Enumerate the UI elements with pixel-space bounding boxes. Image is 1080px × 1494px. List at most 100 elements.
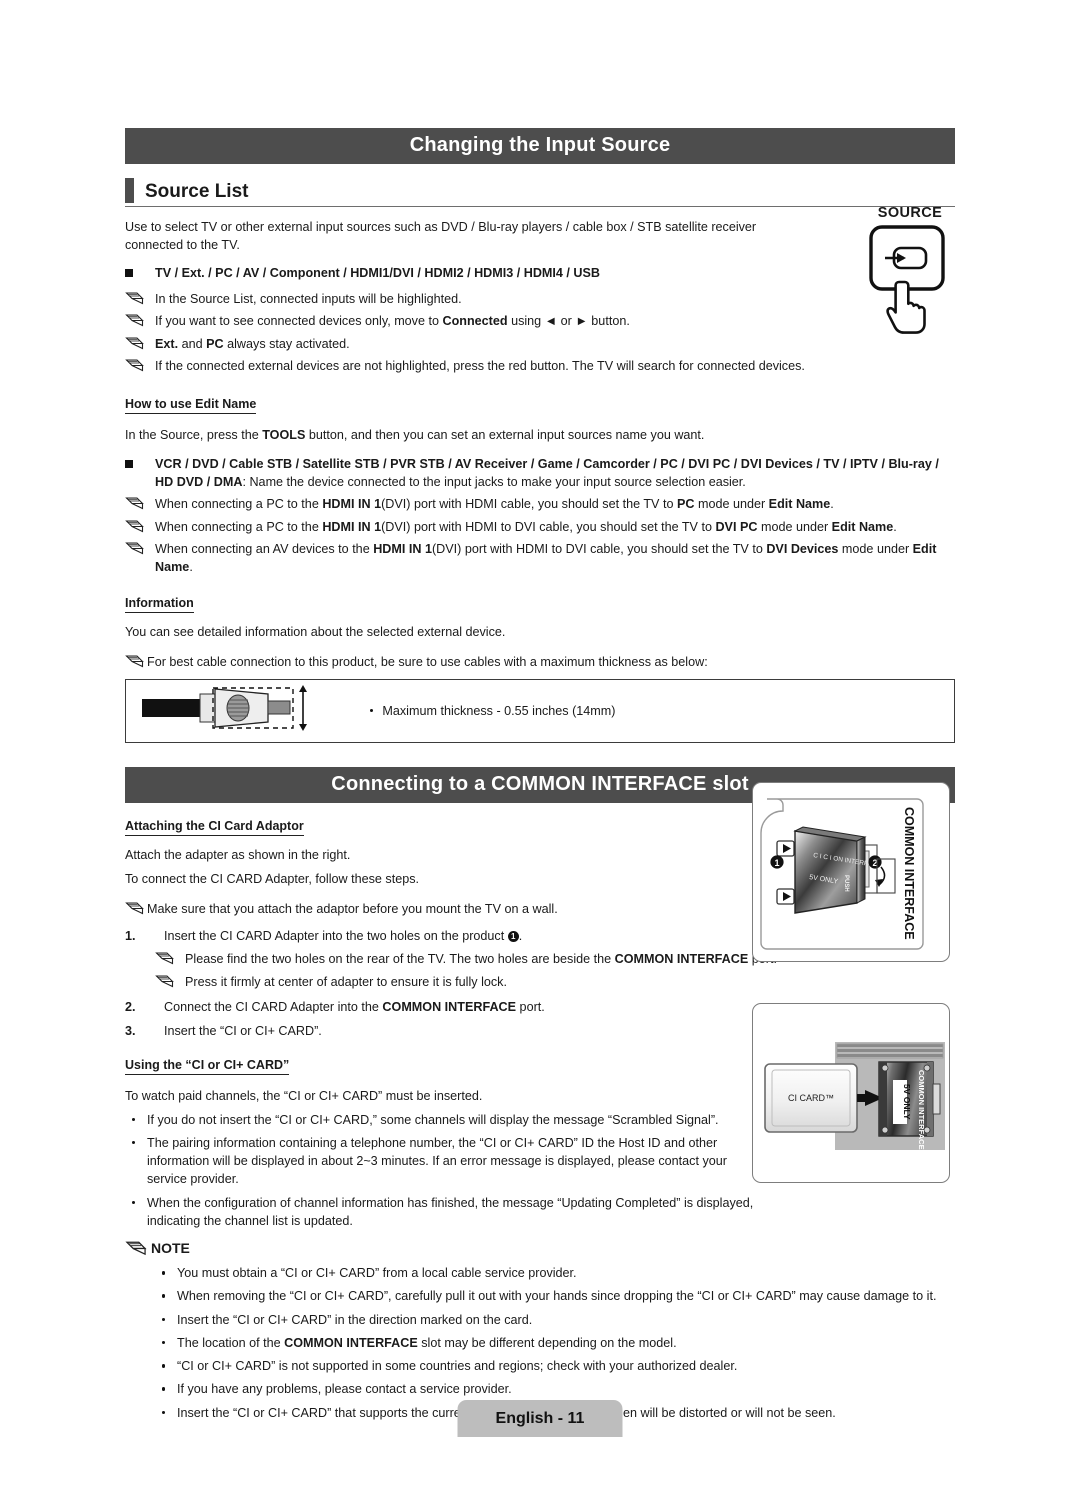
pencil-note-icon <box>155 950 185 966</box>
note-text: Ext. and PC always stay activated. <box>155 336 350 351</box>
square-bullet-icon <box>125 455 155 468</box>
bullet-text: “CI or CI+ CARD” is not supported in som… <box>177 1359 738 1374</box>
bullet-text: Insert the “CI or CI+ CARD” in the direc… <box>177 1312 533 1327</box>
cable-thickness-text: Maximum thickness - 0.55 inches (14mm) <box>382 703 616 718</box>
note-row: If you want to see connected devices onl… <box>125 312 955 330</box>
cable-thickness-text-wrap: Maximum thickness - 0.55 inches (14mm) <box>370 704 615 718</box>
step-text-post: . <box>518 928 523 943</box>
note-heading: NOTE <box>151 1240 190 1257</box>
bullet-dot-icon <box>155 1334 177 1345</box>
square-bullet-icon <box>125 264 155 277</box>
note-text: In the Source List, connected inputs wil… <box>155 292 462 306</box>
bullet-row: If you do not insert the “CI or CI+ CARD… <box>125 1111 755 1129</box>
cable-connector-svg <box>142 685 307 731</box>
pencil-note-icon <box>125 518 155 534</box>
subheading-information: Information <box>125 596 194 614</box>
section-header-source-list: Source List <box>125 178 955 207</box>
step-text-pre: Insert the CI CARD Adapter into the two … <box>164 928 508 943</box>
note-text: When connecting an AV devices to the HDM… <box>155 541 937 575</box>
device-name-list-row: VCR / DVD / Cable STB / Satellite STB / … <box>125 455 955 492</box>
bullet-text: The location of the COMMON INTERFACE slo… <box>177 1335 677 1350</box>
bullet-dot-icon <box>125 1194 147 1205</box>
bullet-dot-icon <box>155 1287 177 1298</box>
device-name-list-text: VCR / DVD / Cable STB / Satellite STB / … <box>155 455 955 492</box>
note-row: If the connected external devices are no… <box>125 357 955 375</box>
bullet-dot-icon <box>155 1264 177 1275</box>
pencil-note-icon <box>125 653 147 669</box>
edit-name-intro: In the Source, press the TOOLS button, a… <box>125 428 705 442</box>
bullet-text: The pairing information containing a tel… <box>147 1135 727 1187</box>
pencil-note-icon-svg <box>125 336 144 349</box>
pencil-note-icon-svg <box>155 952 174 965</box>
pencil-note-icon-svg <box>125 359 144 372</box>
bullet-row: When the configuration of channel inform… <box>125 1194 755 1231</box>
step-number: 3. <box>125 1023 136 1038</box>
circled-number-1-icon: 1 <box>507 930 519 942</box>
section-title-source-list: Source List <box>145 181 249 202</box>
note-row: Press it firmly at center of adapter to … <box>155 973 955 991</box>
bullet-dot-icon <box>125 1134 147 1145</box>
figure-label-slot-5v-only: 5V ONLY <box>902 1084 912 1120</box>
bullet-dot-icon <box>155 1311 177 1322</box>
pencil-note-icon <box>125 540 155 556</box>
section-banner-input-source: Changing the Input Source <box>125 128 955 164</box>
note-row: For best cable connection to this produc… <box>125 653 955 671</box>
figure-label-ci-card: CI CARD™ <box>788 1093 834 1103</box>
figure-label-slot-common-interface: COMMON INTERFACE <box>917 1070 926 1150</box>
pencil-note-icon <box>125 1240 151 1257</box>
information-text: You can see detailed information about t… <box>125 625 506 640</box>
pencil-note-icon-svg <box>125 655 144 668</box>
step-number: 2. <box>125 1000 136 1015</box>
note-text: When connecting a PC to the HDMI IN 1(DV… <box>155 519 897 534</box>
bullet-row: “CI or CI+ CARD” is not supported in som… <box>155 1357 955 1375</box>
device-name-list-rest: : Name the device connected to the input… <box>242 475 746 490</box>
pencil-note-icon <box>125 290 155 306</box>
figure-label-common-interface: COMMON INTERFACE <box>902 807 916 940</box>
note-row: When connecting a PC to the HDMI IN 1(DV… <box>125 518 955 536</box>
bullet-text: If you have any problems, please contact… <box>177 1382 512 1397</box>
pencil-note-icon <box>125 900 147 916</box>
pencil-note-icon-svg <box>125 520 144 532</box>
note-row: When connecting a PC to the HDMI IN 1(DV… <box>125 495 955 513</box>
pencil-note-icon-svg <box>125 292 144 305</box>
note-text: If the connected external devices are no… <box>155 358 805 373</box>
pencil-note-icon-svg <box>125 314 144 327</box>
source-list-item: TV / Ext. / PC / AV / Component / HDMI1/… <box>125 264 955 282</box>
figure-ci-card-adaptor-svg: COMMON INTERFACE C I C I ON INTERFACE 5V… <box>760 798 924 950</box>
pencil-note-icon <box>125 312 155 328</box>
note-text: Press it firmly at center of adapter to … <box>185 975 507 989</box>
subheading-using-card: Using the “CI or CI+ CARD” <box>125 1058 290 1075</box>
note-row: Ext. and PC always stay activated. <box>125 335 955 353</box>
note-text: For best cable connection to this produc… <box>147 655 708 670</box>
bullet-dot-icon <box>155 1380 177 1391</box>
note-text: When connecting a PC to the HDMI IN 1(DV… <box>155 497 834 512</box>
footer-page-tag: English - 11 <box>457 1400 623 1437</box>
bullet-text: When the configuration of channel inform… <box>147 1195 754 1228</box>
bullet-row: The pairing information containing a tel… <box>125 1134 755 1189</box>
figure-ci-card-insert-svg: CI CARD™ COMMON INTERFACE 5V ONLY <box>764 1042 945 1150</box>
pencil-note-icon <box>125 357 155 373</box>
subheading-edit-name-wrap: How to use Edit Name <box>125 395 955 414</box>
note-heading-row: NOTE <box>125 1240 955 1257</box>
subheading-edit-name: How to use Edit Name <box>125 397 257 414</box>
figure-callout-1: 1 <box>774 858 779 868</box>
pencil-note-icon <box>125 335 155 351</box>
bullet-dot-icon <box>370 708 374 713</box>
manual-page: Changing the Input Source Source List Us… <box>125 0 955 1422</box>
bullet-text: You must obtain a “CI or CI+ CARD” from … <box>177 1266 577 1281</box>
bullet-row: You must obtain a “CI or CI+ CARD” from … <box>155 1264 955 1282</box>
pencil-note-icon-svg <box>155 975 174 988</box>
note-text: If you want to see connected devices onl… <box>155 314 630 329</box>
step-number: 1. <box>125 928 136 943</box>
source-key-svg <box>869 225 945 334</box>
bullet-row: If you have any problems, please contact… <box>155 1380 955 1398</box>
pencil-note-icon-svg <box>125 1241 147 1256</box>
note-row: Please find the two holes on the rear of… <box>155 950 795 968</box>
subheading-ci-adaptor: Attaching the CI Card Adaptor <box>125 819 304 836</box>
pencil-note-icon <box>155 973 185 989</box>
source-button-illustration: SOURCE <box>855 205 965 342</box>
cable-thickness-box: Maximum thickness - 0.55 inches (14mm) <box>125 678 955 743</box>
pencil-note-icon <box>125 495 155 511</box>
figure-ci-card-adaptor: COMMON INTERFACE C I C I ON INTERFACE 5V… <box>752 782 950 962</box>
figure-ci-card-insert: CI CARD™ COMMON INTERFACE 5V ONLY <box>752 1003 950 1183</box>
